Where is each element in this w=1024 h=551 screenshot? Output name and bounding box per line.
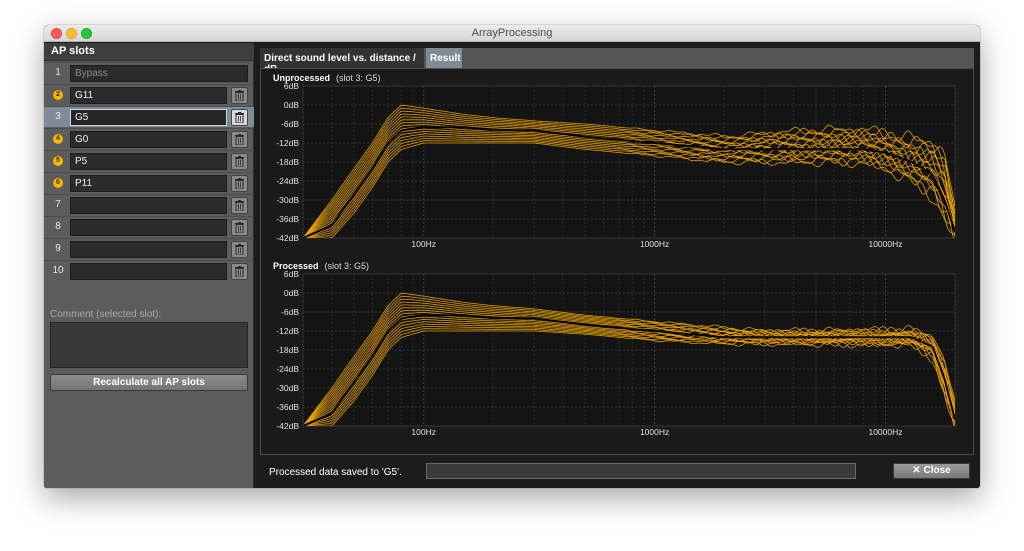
trash-icon bbox=[235, 200, 244, 211]
trash-icon bbox=[235, 178, 244, 189]
comment-label: Comment (selected slot): bbox=[50, 309, 162, 320]
chart-processed: 6dB 0dB -6dB -12dB -18dB -24dB -30dB -36dB -42dB… bbox=[276, 271, 956, 437]
slot-row[interactable]: 2 G11 bbox=[44, 84, 254, 105]
delete-slot-button[interactable] bbox=[231, 263, 248, 280]
slot-number: 10 bbox=[52, 265, 64, 276]
close-button[interactable]: ✕ Close bbox=[893, 463, 970, 479]
slot-name-field[interactable]: P5 bbox=[70, 153, 227, 170]
y-tick-label: -36dB bbox=[276, 214, 299, 224]
slot-row-selected[interactable]: 3 G5 bbox=[44, 106, 254, 127]
slot-name-field[interactable] bbox=[70, 219, 227, 236]
slot-row[interactable]: 1 Bypass bbox=[44, 62, 254, 83]
y-tick-label: -18dB bbox=[276, 157, 299, 167]
slot-number: 7 bbox=[55, 199, 61, 210]
progress-bar bbox=[426, 463, 856, 479]
delete-slot-button[interactable] bbox=[231, 153, 248, 170]
plot-title-processed: Processed (slot 3: G5) bbox=[273, 261, 370, 271]
slot-row[interactable]: 7 bbox=[44, 194, 254, 215]
slot-number: 9 bbox=[55, 243, 61, 254]
trash-icon bbox=[235, 222, 244, 233]
slot-number: 8 bbox=[55, 221, 61, 232]
y-tick-label: -6dB bbox=[281, 307, 299, 317]
tab-direct-sound-level[interactable]: Direct sound level vs. distance / dB bbox=[260, 48, 424, 75]
delete-slot-button[interactable] bbox=[231, 197, 248, 214]
slot-number-badge: 5 bbox=[53, 156, 63, 166]
tab-bar: Direct sound level vs. distance / dB Res… bbox=[260, 48, 974, 75]
slot-name-field[interactable] bbox=[70, 263, 227, 280]
y-tick-label: -42dB bbox=[276, 233, 299, 243]
slot-number: 3 bbox=[55, 111, 61, 122]
trash-icon bbox=[235, 90, 244, 101]
y-tick-label: -30dB bbox=[276, 195, 299, 205]
plot-title-unprocessed: Unprocessed (slot 3: G5) bbox=[273, 73, 381, 83]
y-tick-label: 6dB bbox=[284, 83, 299, 91]
slot-name-field[interactable]: Bypass bbox=[70, 65, 248, 82]
plot-subtitle: (slot 3: G5) bbox=[336, 73, 381, 83]
slot-row[interactable]: 10 bbox=[44, 260, 254, 281]
y-tick-label: -6dB bbox=[281, 119, 299, 129]
x-tick-label: 100Hz bbox=[411, 427, 436, 437]
delete-slot-button[interactable] bbox=[231, 109, 248, 126]
x-tick-label: 100Hz bbox=[411, 239, 436, 249]
tab-result[interactable]: Result bbox=[426, 48, 462, 68]
y-tick-label: -12dB bbox=[276, 138, 299, 148]
slot-name-field[interactable]: G0 bbox=[70, 131, 227, 148]
trash-icon bbox=[235, 266, 244, 277]
y-tick-label: -24dB bbox=[276, 364, 299, 374]
result-panel: Unprocessed (slot 3: G5) 6dB 0dB -6dB -12dB -… bbox=[260, 68, 974, 455]
y-tick-label: 0dB bbox=[284, 100, 299, 110]
main-content: Direct sound level vs. distance / dB Res… bbox=[255, 43, 980, 488]
slot-name-field[interactable]: P11 bbox=[70, 175, 227, 192]
status-message: Processed data saved to 'G5'. bbox=[269, 467, 402, 478]
slot-row[interactable]: 9 bbox=[44, 238, 254, 259]
trash-icon bbox=[235, 156, 244, 167]
recalculate-all-button[interactable]: Recalculate all AP slots bbox=[50, 374, 248, 391]
trash-icon bbox=[235, 244, 244, 255]
slot-row[interactable]: 5 P5 bbox=[44, 150, 254, 171]
slot-number-badge: 2 bbox=[53, 90, 63, 100]
comment-textarea[interactable] bbox=[50, 322, 248, 368]
y-tick-label: -24dB bbox=[276, 176, 299, 186]
trash-icon bbox=[235, 134, 244, 145]
slot-name-field[interactable]: G5 bbox=[70, 109, 227, 126]
x-tick-label: 1000Hz bbox=[640, 239, 669, 249]
y-tick-label: -36dB bbox=[276, 402, 299, 412]
slot-number-badge: 4 bbox=[53, 134, 63, 144]
slot-name-field[interactable]: G11 bbox=[70, 87, 227, 104]
plot-subtitle: (slot 3: G5) bbox=[324, 261, 370, 271]
delete-slot-button[interactable] bbox=[231, 219, 248, 236]
slot-number-badge: 6 bbox=[53, 178, 63, 188]
trash-icon bbox=[235, 112, 244, 123]
x-icon: ✕ bbox=[912, 465, 921, 476]
y-tick-label: 0dB bbox=[284, 288, 299, 298]
x-tick-label: 10000Hz bbox=[868, 427, 902, 437]
delete-slot-button[interactable] bbox=[231, 131, 248, 148]
y-tick-label: -30dB bbox=[276, 383, 299, 393]
x-tick-label: 10000Hz bbox=[868, 239, 902, 249]
titlebar: ArrayProcessing bbox=[44, 25, 980, 42]
sidebar-header: AP slots bbox=[44, 43, 254, 61]
slot-row[interactable]: 8 bbox=[44, 216, 254, 237]
y-tick-label: 6dB bbox=[284, 271, 299, 279]
slot-name-field[interactable] bbox=[70, 197, 227, 214]
slot-name-field[interactable] bbox=[70, 241, 227, 258]
y-tick-label: -18dB bbox=[276, 345, 299, 355]
y-tick-label: -42dB bbox=[276, 421, 299, 431]
y-tick-label: -12dB bbox=[276, 326, 299, 336]
window-title: ArrayProcessing bbox=[471, 27, 553, 39]
delete-slot-button[interactable] bbox=[231, 175, 248, 192]
sidebar: AP slots 1 Bypass 2 G11 3 G5 4 G0 5 P5 6 bbox=[44, 43, 254, 488]
slot-row[interactable]: 6 P11 bbox=[44, 172, 254, 193]
x-tick-label: 1000Hz bbox=[640, 427, 669, 437]
delete-slot-button[interactable] bbox=[231, 87, 248, 104]
delete-slot-button[interactable] bbox=[231, 241, 248, 258]
slot-row[interactable]: 4 G0 bbox=[44, 128, 254, 149]
slot-number: 1 bbox=[55, 67, 61, 78]
chart-unprocessed: 6dB 0dB -6dB -12dB -18dB -24dB -30dB -36dB -42dB… bbox=[276, 83, 956, 249]
app-window: ArrayProcessing AP slots 1 Bypass 2 G11 … bbox=[44, 25, 980, 488]
